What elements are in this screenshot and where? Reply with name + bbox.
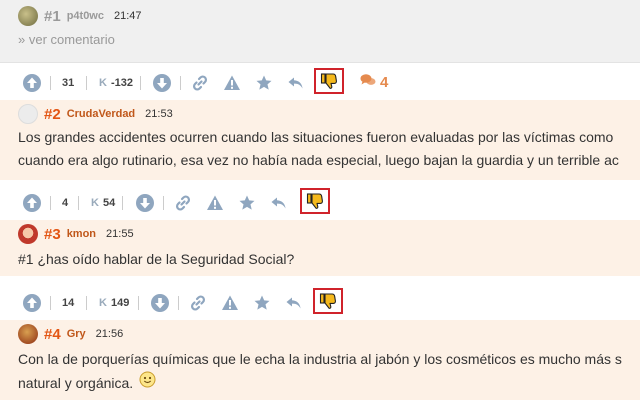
arrow-down-icon[interactable] <box>150 293 170 313</box>
warning-icon[interactable] <box>223 74 241 92</box>
divider <box>140 76 141 90</box>
karma-value: -132 <box>110 77 133 89</box>
comment-line-wrap: natural y orgánica. <box>18 371 622 395</box>
reply-icon[interactable] <box>285 294 303 312</box>
karma-label: K <box>99 297 107 309</box>
arrow-down-icon[interactable] <box>152 73 172 93</box>
karma-value: 54 <box>102 197 116 209</box>
comments-count-value: 4 <box>380 73 389 91</box>
star-icon[interactable] <box>238 194 256 212</box>
comment-time: 21:53 <box>145 108 173 120</box>
comment-line: cuando era algo rutinario, esa vez no ha… <box>18 152 619 168</box>
vote-bar-3: 14 K 149 <box>0 286 640 320</box>
vote-count: 14 <box>62 297 75 309</box>
vote-count: 31 <box>62 77 75 89</box>
warning-icon[interactable] <box>221 294 239 312</box>
thumbs-down-icon[interactable] <box>314 68 344 94</box>
comment-author[interactable]: kmon <box>67 228 96 240</box>
karma-label: K <box>91 197 99 209</box>
divider <box>50 196 51 210</box>
comment-3-header: #3 kmon 21:55 <box>18 224 134 244</box>
divider <box>78 196 79 210</box>
comment-author[interactable]: p4t0wc <box>67 10 104 22</box>
arrow-up-icon[interactable] <box>22 73 42 93</box>
karma-label: K <box>99 77 107 89</box>
smiley-icon <box>139 371 156 395</box>
comment-number[interactable]: #2 <box>44 106 61 123</box>
comment-time: 21:47 <box>113 10 142 22</box>
divider <box>122 196 123 210</box>
comment-number[interactable]: #3 <box>44 226 61 243</box>
comment-2: #2 CrudaVerdad 21:53 Los grandes acciden… <box>0 100 640 180</box>
link-icon[interactable] <box>174 194 192 212</box>
vote-bar-2: 4 K 54 <box>0 186 640 220</box>
divider <box>50 76 51 90</box>
comment-time: 21:56 <box>95 328 124 340</box>
comment-line: Con la de porquerías químicas que le ech… <box>18 351 622 367</box>
arrow-up-icon[interactable] <box>22 293 42 313</box>
vote-bar-1: 31 K -132 4 <box>0 66 640 100</box>
comment-line: natural y orgánica. <box>18 374 134 391</box>
vote-count: 4 <box>62 197 69 209</box>
comment-author[interactable]: Gry <box>67 328 86 340</box>
comment-number[interactable]: #4 <box>44 326 61 343</box>
divider <box>178 296 179 310</box>
avatar[interactable] <box>18 104 38 124</box>
comment-line: Los grandes accidentes ocurren cuando la… <box>18 129 614 145</box>
karma: K 149 <box>99 297 129 309</box>
avatar[interactable] <box>18 6 38 26</box>
avatar[interactable] <box>18 224 38 244</box>
comment-line: #1 ¿has oído hablar de la Seguridad Soci… <box>18 251 295 267</box>
arrow-down-icon[interactable] <box>135 193 155 213</box>
divider <box>180 76 181 90</box>
avatar[interactable] <box>18 324 38 344</box>
link-icon[interactable] <box>189 294 207 312</box>
arrow-up-icon[interactable] <box>22 193 42 213</box>
divider <box>50 296 51 310</box>
karma: K -132 <box>99 77 133 89</box>
karma-value: 149 <box>110 297 130 309</box>
comment-4: #4 Gry 21:56 Con la de porquerías químic… <box>0 320 640 400</box>
thumbs-down-icon[interactable] <box>313 288 343 314</box>
comment-3: #3 kmon 21:55 #1 ¿has oído hablar de la … <box>0 220 640 276</box>
comment-1: #1 p4t0wc 21:47 » ver comentario <box>0 0 640 63</box>
comments-icon <box>360 73 376 91</box>
star-icon[interactable] <box>255 74 273 92</box>
karma: K 54 <box>91 197 115 209</box>
comment-time: 21:55 <box>106 228 134 240</box>
warning-icon[interactable] <box>206 194 224 212</box>
comment-text: Los grandes accidentes ocurren cuando la… <box>18 126 619 172</box>
see-comment-link[interactable]: » ver comentario <box>18 32 115 47</box>
comments-count[interactable]: 4 <box>360 73 388 91</box>
divider <box>138 296 139 310</box>
comment-text: Con la de porquerías químicas que le ech… <box>18 348 622 395</box>
comment-1-header: #1 p4t0wc 21:47 <box>18 6 142 26</box>
comment-author[interactable]: CrudaVerdad <box>67 108 135 120</box>
divider <box>163 196 164 210</box>
comment-text: #1 ¿has oído hablar de la Seguridad Soci… <box>18 248 294 271</box>
comment-number[interactable]: #1 <box>44 8 61 25</box>
reply-icon[interactable] <box>270 194 288 212</box>
divider <box>86 76 87 90</box>
divider <box>86 296 87 310</box>
comment-2-header: #2 CrudaVerdad 21:53 <box>18 104 173 124</box>
star-icon[interactable] <box>253 294 271 312</box>
comment-4-header: #4 Gry 21:56 <box>18 324 123 344</box>
link-icon[interactable] <box>191 74 209 92</box>
thumbs-down-icon[interactable] <box>300 188 330 214</box>
reply-icon[interactable] <box>287 74 305 92</box>
